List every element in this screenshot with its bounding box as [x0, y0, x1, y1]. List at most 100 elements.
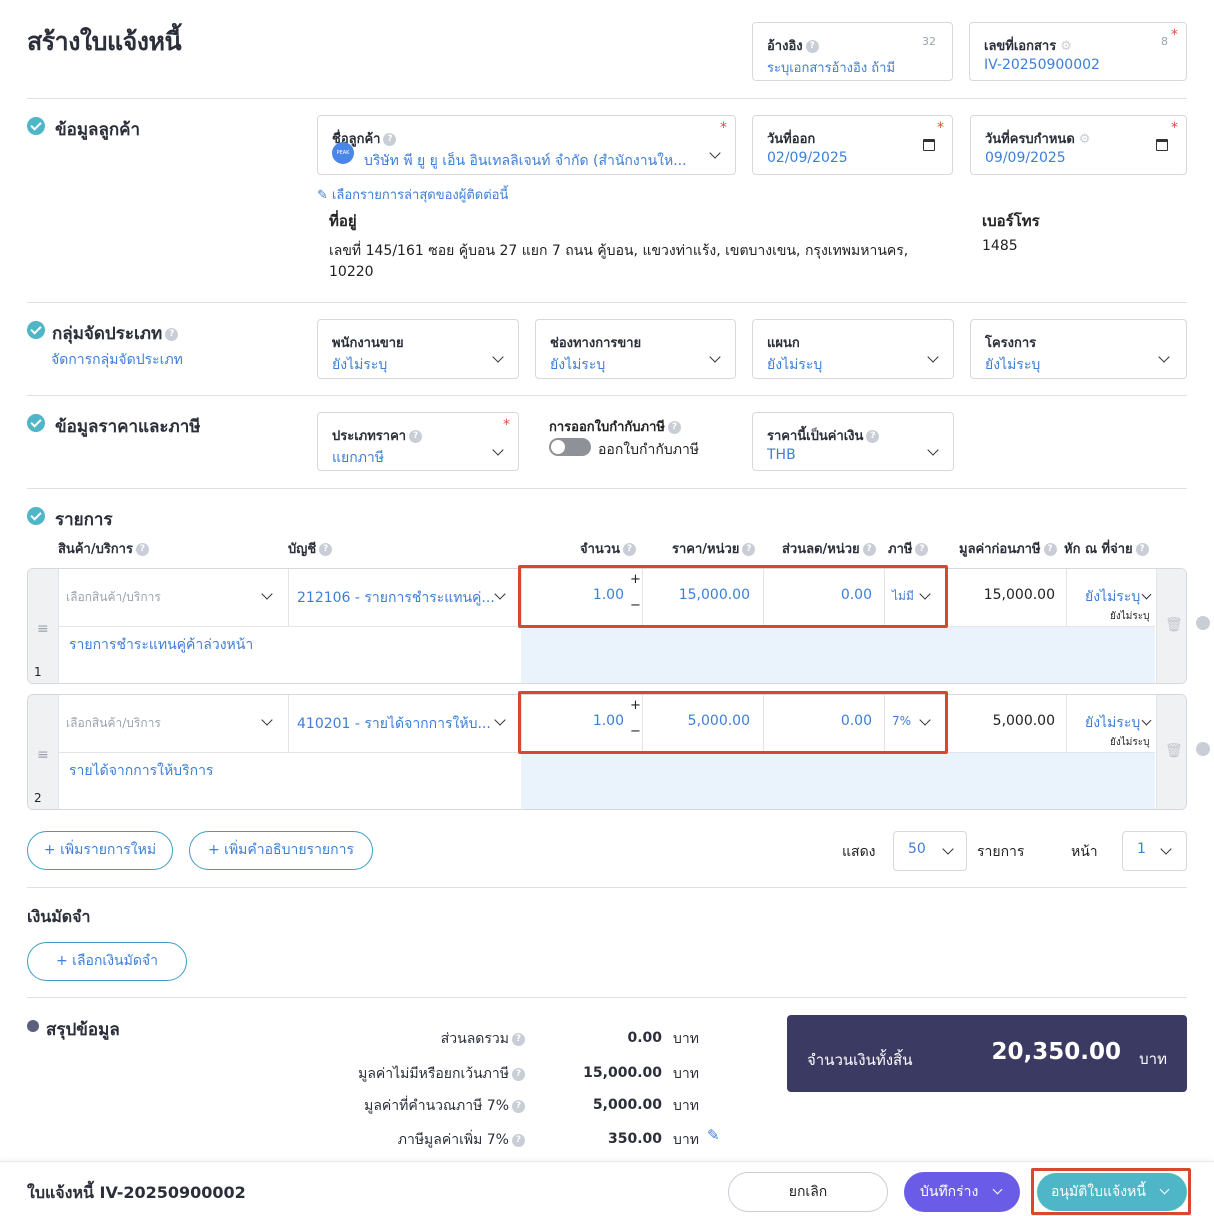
help-icon: ?	[319, 543, 333, 556]
calendar-icon[interactable]	[923, 139, 935, 151]
chevron-down-icon	[261, 714, 273, 726]
help-icon: ?	[1135, 543, 1149, 556]
due-date-label: วันที่ครบกำหนด	[985, 132, 1075, 147]
sales-channel-select[interactable]: ช่องทางการขาย ยังไม่ระบุ	[535, 319, 736, 379]
chevron-down-icon	[927, 444, 939, 456]
doc-number-field[interactable]: เลขที่เอกสาร ⚙ 8 * IV-20250900002	[969, 22, 1187, 81]
calendar-icon[interactable]	[1156, 139, 1168, 151]
wht-sub: ยังไม่ระบุ	[1110, 611, 1150, 622]
divider	[27, 488, 1187, 489]
grand-total-unit: บาท	[1139, 1050, 1167, 1068]
help-icon: ?	[862, 543, 876, 556]
help-icon: ?	[135, 543, 149, 556]
toggle-knob	[551, 440, 565, 454]
chevron-down-icon	[1141, 589, 1152, 600]
product-select[interactable]: เลือกสินค้า/บริการ	[66, 714, 161, 733]
project-select[interactable]: โครงการ ยังไม่ระบุ	[970, 319, 1187, 379]
item-description[interactable]: รายการชำระแทนคู่ค้าล่วงหน้า	[69, 634, 253, 656]
drag-handle-icon[interactable]: ≡	[37, 747, 49, 763]
tax-invoice-toggle[interactable]	[549, 438, 591, 456]
help-icon: ?	[866, 430, 880, 443]
help-icon: ?	[512, 1032, 525, 1046]
salesperson-select[interactable]: พนักงานขาย ยังไม่ระบุ	[317, 319, 519, 379]
chevron-down-icon	[927, 351, 939, 363]
row-index: 2	[34, 791, 42, 805]
pie-chart-icon[interactable]	[1196, 742, 1210, 756]
department-select[interactable]: แผนก ยังไม่ระบุ	[752, 319, 954, 379]
doc-number-counter: 8	[1161, 35, 1168, 48]
check-circle-icon	[27, 414, 45, 432]
magic-wand-icon: ✎	[317, 188, 328, 203]
chevron-down-icon	[1160, 843, 1172, 855]
due-date-value: 09/09/2025	[985, 150, 1066, 166]
doc-number-input[interactable]: IV-20250900002	[984, 57, 1100, 73]
product-select[interactable]: เลือกสินค้า/บริการ	[66, 588, 161, 607]
help-icon: ?	[742, 543, 756, 556]
due-date-field[interactable]: วันที่ครบกำหนด ⚙ * 09/09/2025	[970, 115, 1187, 175]
check-circle-icon	[27, 321, 45, 339]
drag-handle-icon[interactable]: ≡	[37, 621, 49, 637]
page-size-select[interactable]: 50	[893, 831, 967, 871]
add-item-button[interactable]: + เพิ่มรายการใหม่	[27, 831, 173, 870]
account-select[interactable]: 410201 - รายได้จากการให้บ...	[297, 713, 491, 735]
grand-total-panel: จำนวนเงินทั้งสิ้น 20,350.00 บาท	[787, 1015, 1187, 1092]
issue-date-label: วันที่ออก	[767, 132, 816, 147]
pie-chart-icon[interactable]	[1196, 616, 1210, 630]
page-number-select[interactable]: 1	[1122, 831, 1187, 871]
description-area	[521, 752, 1155, 809]
gear-icon[interactable]: ⚙	[1079, 132, 1091, 147]
doc-number-label: เลขที่เอกสาร	[984, 39, 1057, 54]
help-icon: ?	[915, 543, 929, 556]
manage-category-link[interactable]: จัดการกลุ่มจัดประเภท	[51, 349, 183, 371]
trash-icon[interactable]: 🗑	[1165, 617, 1183, 633]
items-label: รายการ	[977, 844, 1025, 860]
issue-date-field[interactable]: วันที่ออก * 02/09/2025	[752, 115, 953, 175]
items-section-title: รายการ	[55, 510, 113, 530]
reference-field[interactable]: อ้างอิง? 32 ระบุเอกสารอ้างอิง ถ้ามี	[752, 22, 953, 81]
price-type-select[interactable]: ประเภทราคา? * แยกภาษี	[317, 412, 519, 471]
chevron-down-icon	[261, 588, 273, 600]
divider	[27, 395, 1187, 396]
item-description[interactable]: รายได้จากการให้บริการ	[69, 760, 213, 782]
check-circle-icon	[27, 117, 45, 135]
account-select[interactable]: 212106 - รายการชำระแทนคู่...	[297, 587, 495, 609]
chevron-down-icon	[492, 351, 504, 363]
description-area	[521, 626, 1155, 683]
chevron-down-icon	[1158, 351, 1170, 363]
divider	[27, 98, 1187, 99]
latest-contact-link[interactable]: ✎ เลือกรายการล่าสุดของผู้ติดต่อนี้	[317, 184, 508, 205]
required-marker: *	[937, 120, 944, 136]
wht-select[interactable]: ยังไม่ระบุ	[1085, 712, 1140, 734]
help-icon: ?	[512, 1099, 525, 1113]
save-draft-button[interactable]: บันทึกร่าง	[904, 1172, 1020, 1212]
pretax-value: 5,000.00	[992, 713, 1055, 729]
cancel-button[interactable]: ยกเลิก	[728, 1172, 888, 1212]
currency-select[interactable]: ราคานี้เป็นค่าเงิน? THB	[752, 412, 954, 471]
wht-select[interactable]: ยังไม่ระบุ	[1085, 586, 1140, 608]
category-section-title: กลุ่มจัดประเภท	[52, 324, 163, 344]
plus-icon: +	[55, 953, 73, 969]
help-icon: ?	[383, 133, 397, 146]
divider	[27, 302, 1187, 303]
plus-icon: +	[207, 842, 225, 858]
show-label: แสดง	[842, 844, 876, 860]
plus-icon: +	[43, 842, 61, 858]
trash-icon[interactable]: 🗑	[1165, 743, 1183, 759]
help-icon: ?	[623, 543, 636, 556]
chevron-down-icon	[942, 843, 954, 855]
add-description-button[interactable]: + เพิ่มคำอธิบายรายการ	[189, 831, 373, 870]
divider	[27, 997, 1187, 998]
pencil-icon[interactable]: ✎	[707, 1126, 720, 1144]
chevron-down-icon	[1141, 715, 1152, 726]
grand-total-label: จำนวนเงินทั้งสิ้น	[807, 1051, 913, 1069]
reference-input[interactable]: ระบุเอกสารอ้างอิง ถ้ามี	[767, 57, 895, 78]
select-deposit-button[interactable]: + เลือกเงินมัดจำ	[27, 942, 187, 981]
wht-sub: ยังไม่ระบุ	[1110, 737, 1150, 748]
required-marker: *	[720, 120, 727, 136]
summary-title: สรุปข้อมูล	[46, 1020, 120, 1040]
customer-select[interactable]: ชื่อลูกค้า? * PEAK บริษัท พี ยู ยู เอ็น …	[317, 115, 736, 175]
gear-icon[interactable]: ⚙	[1060, 39, 1072, 54]
help-icon: ?	[409, 430, 423, 443]
address-line-2: 10220	[329, 264, 374, 280]
tax-invoice-toggle-label: ออกใบกำกับภาษี	[598, 442, 700, 458]
